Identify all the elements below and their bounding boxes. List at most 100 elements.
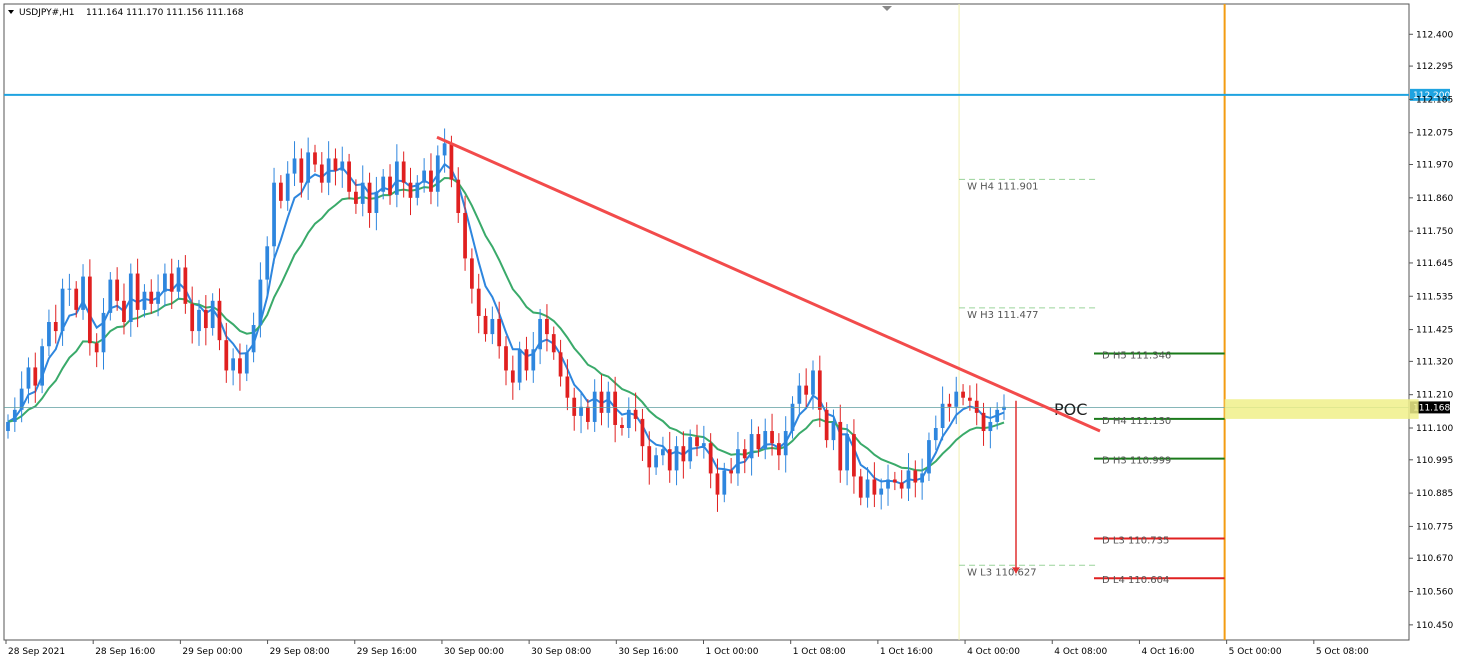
candle-body (435, 155, 440, 192)
candle-body (354, 191, 358, 204)
candle-body (504, 346, 508, 371)
candle-body (517, 349, 522, 383)
chart-svg: USDJPY#,H1 111.164 111.170 111.156 111.1… (3, 3, 1453, 657)
candle-body (149, 291, 154, 304)
candle-body (203, 309, 208, 329)
candle-body (394, 161, 399, 195)
candle-body (831, 421, 836, 441)
candle-body (770, 431, 774, 444)
candle-body (695, 437, 699, 447)
candle-body (599, 391, 604, 413)
candle-body (347, 161, 351, 192)
candle-body (551, 334, 556, 353)
candle-body (845, 434, 849, 471)
candle-body (777, 443, 781, 456)
candle-body (538, 318, 542, 350)
y-tick-label: 111.970 (1416, 161, 1453, 171)
candle-body (169, 273, 174, 292)
candle-body (429, 170, 433, 192)
x-tick-label: 29 Sep 08:00 (270, 647, 330, 657)
candle-body (968, 397, 972, 401)
candle-body (579, 406, 583, 416)
candle-body (613, 391, 618, 425)
candle-body (197, 309, 201, 332)
candle-body (476, 288, 481, 316)
candle-body (326, 158, 331, 183)
y-tick-label: 111.860 (1416, 194, 1453, 204)
candle-body (333, 158, 338, 171)
candle-body (715, 473, 720, 495)
daily-pivot-label: D L4 110.604 (1102, 575, 1169, 586)
y-tick-label: 110.670 (1416, 554, 1453, 564)
candle-body (60, 288, 65, 332)
candle-body (299, 158, 304, 183)
candle-body (224, 340, 229, 371)
candle-body (279, 182, 283, 201)
candle-body (565, 376, 570, 398)
x-tick-label: 4 Oct 00:00 (967, 647, 1020, 657)
candle-body (585, 406, 590, 422)
candle-body (26, 367, 31, 389)
candle-body (306, 152, 311, 183)
candle-body (292, 158, 297, 174)
y-tick-label: 112.185 (1416, 95, 1453, 105)
candle-body (101, 312, 106, 353)
candle-body (12, 409, 17, 422)
y-tick-label: 111.100 (1416, 424, 1453, 434)
candle-body (442, 143, 447, 156)
candle-body (313, 152, 317, 165)
candle-body (135, 273, 140, 310)
candle-body (947, 403, 952, 407)
ohlc-values: 111.164 111.170 111.156 111.168 (86, 8, 244, 18)
x-tick-label: 1 Oct 08:00 (793, 647, 846, 657)
candle-body (906, 470, 911, 489)
candle-body (742, 449, 747, 459)
candle-body (531, 349, 536, 371)
candle-body (272, 182, 276, 247)
x-tick-label: 28 Sep 16:00 (95, 647, 155, 657)
candle-body (681, 446, 686, 462)
y-tick-label: 111.425 (1416, 326, 1453, 336)
weekly-pivot-label: W L3 110.627 (967, 567, 1037, 578)
candle-body (483, 315, 488, 335)
candle-body (783, 431, 788, 456)
candle-body (558, 352, 563, 377)
candle-body (163, 273, 167, 292)
y-tick-label: 111.210 (1416, 391, 1453, 401)
candle-body (974, 400, 979, 413)
candle-body (954, 391, 959, 407)
candle-body (422, 170, 427, 183)
candle-body (592, 391, 597, 422)
candle-body (927, 440, 931, 474)
candle-body (913, 470, 918, 483)
candle-body (510, 370, 515, 383)
candle-body (756, 434, 761, 450)
y-tick-label: 110.775 (1416, 522, 1453, 532)
candle-body (94, 343, 99, 353)
y-tick-label: 112.295 (1416, 62, 1453, 72)
candle-body (804, 385, 809, 395)
candle-body (688, 437, 693, 462)
candle-body (40, 346, 44, 386)
candle-body (285, 173, 290, 201)
candle-body (620, 424, 624, 428)
x-tick-label: 29 Sep 16:00 (357, 647, 417, 657)
candle-body (626, 409, 631, 428)
x-tick-label: 5 Oct 08:00 (1316, 647, 1369, 657)
candle-body (210, 300, 215, 329)
candle-body (81, 276, 85, 310)
candle-body (865, 479, 870, 498)
candle-body (190, 303, 195, 332)
candle-body (490, 318, 495, 335)
y-tick-label: 110.560 (1416, 588, 1453, 598)
candle-body (981, 412, 986, 432)
y-tick-label: 112.075 (1416, 129, 1453, 139)
candle-body (231, 358, 235, 371)
candle-body (183, 267, 188, 304)
y-tick-label: 111.750 (1416, 227, 1453, 237)
candle-body (961, 391, 965, 398)
candle-body (708, 443, 713, 474)
candle-body (811, 370, 815, 395)
candle-body (360, 182, 365, 204)
candle-body (661, 449, 665, 456)
